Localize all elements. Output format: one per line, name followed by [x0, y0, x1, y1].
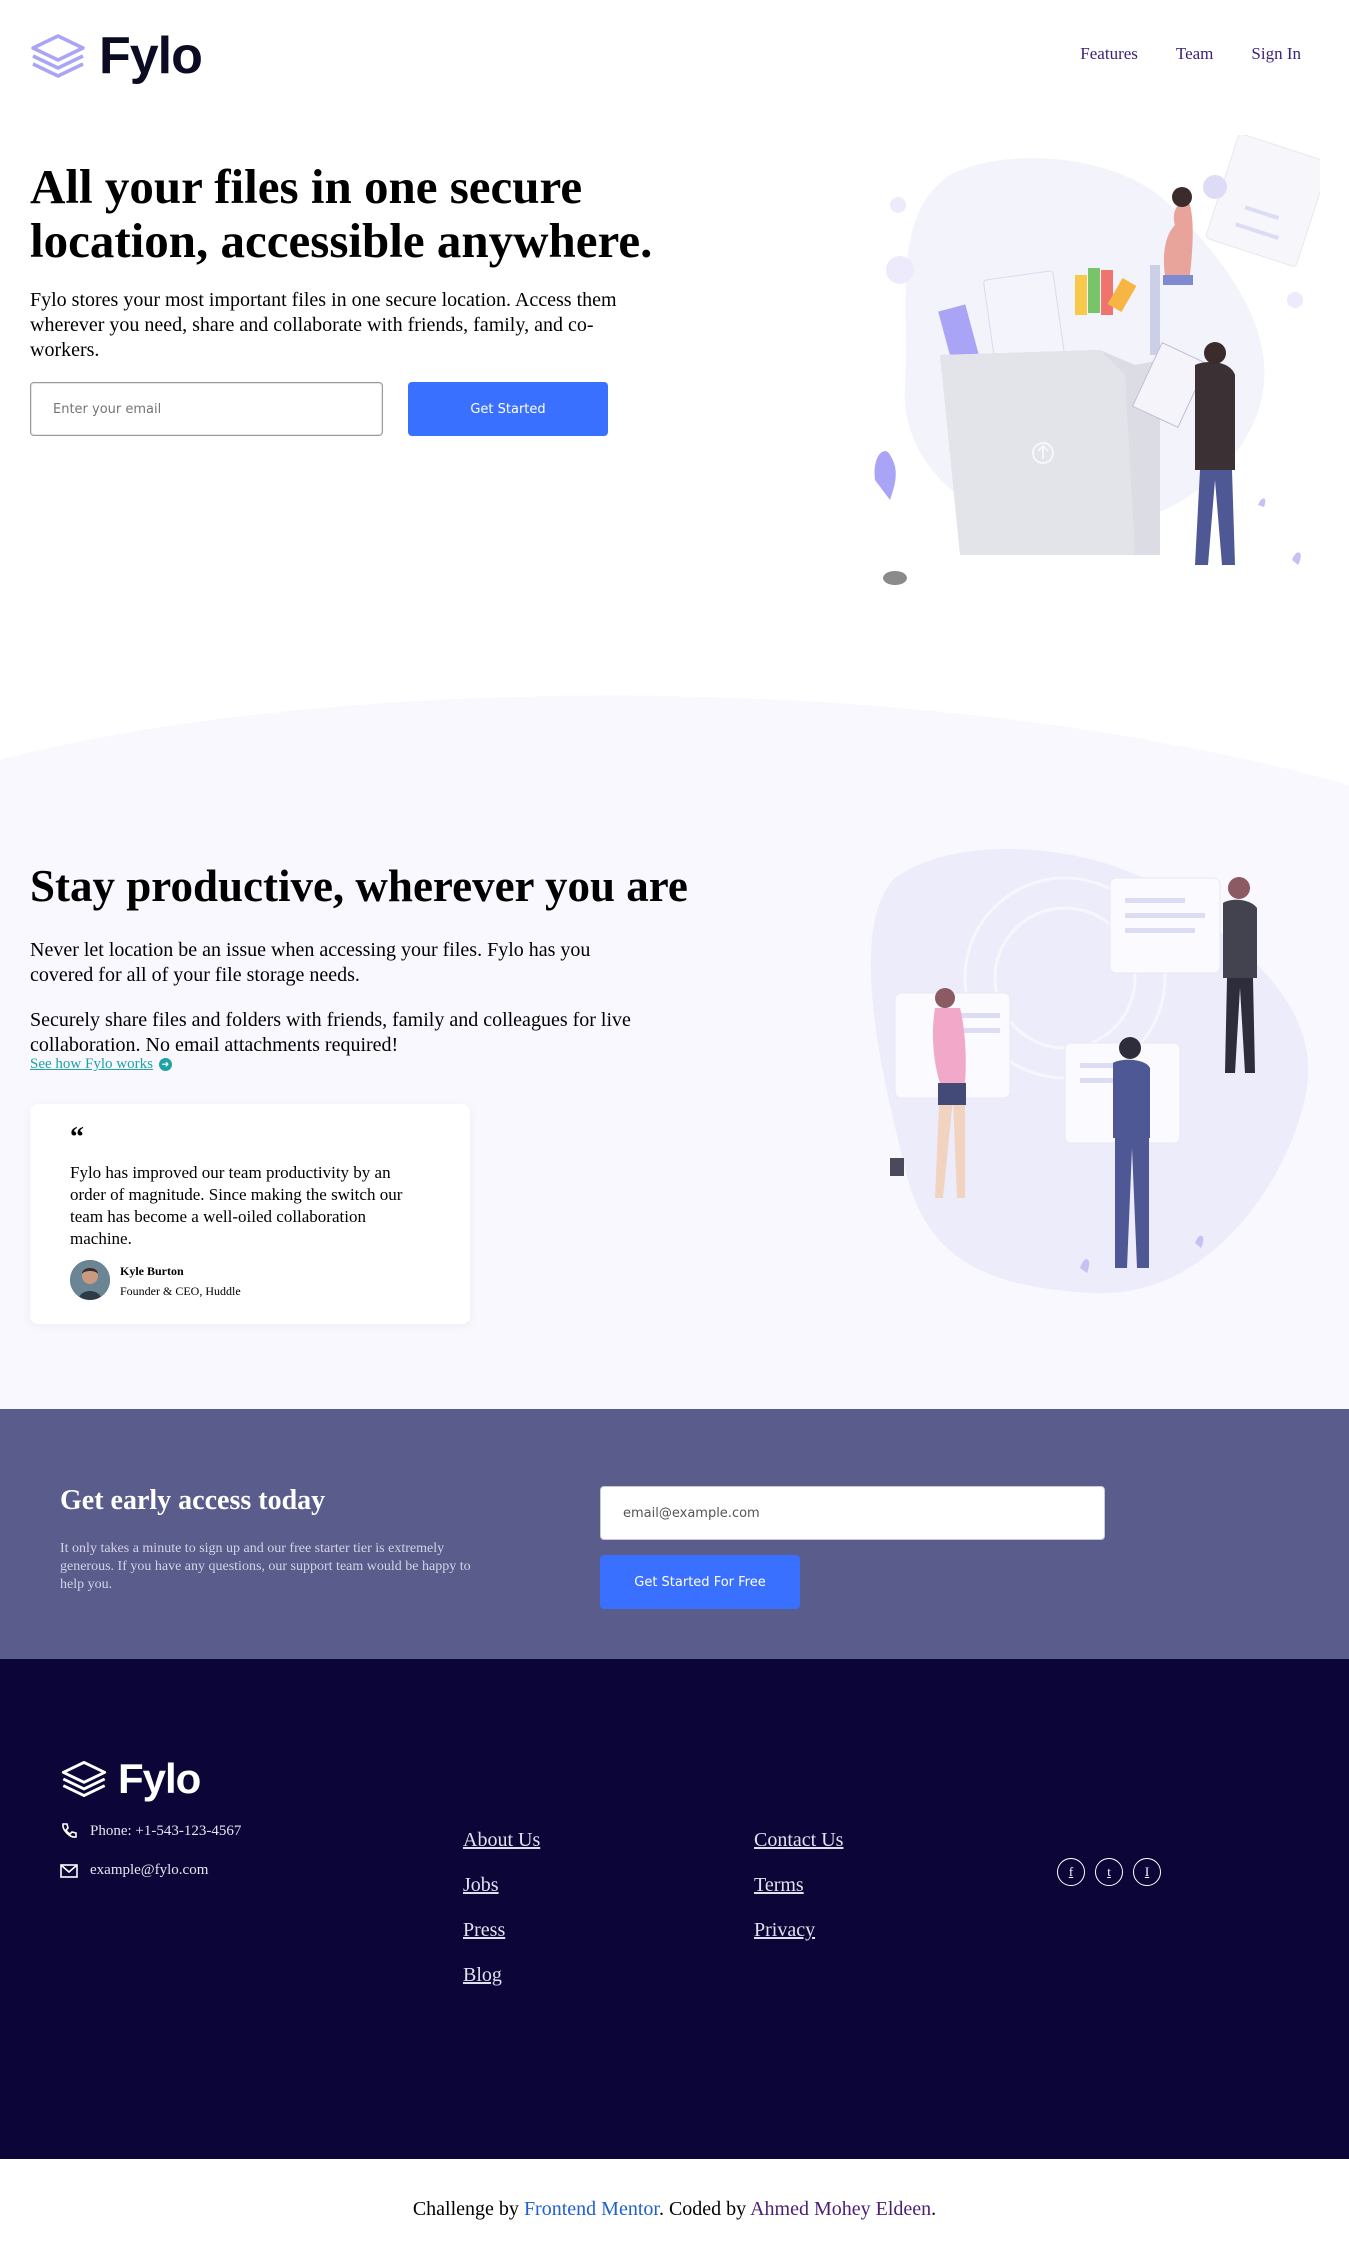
- hero-title: All your files in one secure location, a…: [30, 159, 653, 268]
- main-nav: Features Team Sign In: [1080, 44, 1301, 64]
- footer-link-press[interactable]: Press: [463, 1919, 505, 1942]
- testimonial-role: Founder & CEO, Huddle: [120, 1284, 241, 1298]
- footer-phone: Phone: +1-543-123-4567: [60, 1822, 241, 1840]
- footer-link-jobs[interactable]: Jobs: [463, 1874, 499, 1897]
- nav-team[interactable]: Team: [1176, 44, 1214, 64]
- productive-paragraph-2: Securely share files and folders with fr…: [30, 1009, 631, 1056]
- arrow-right-icon: ➜: [158, 1058, 172, 1071]
- logo-text: Fylo: [99, 27, 203, 85]
- early-access-email-input[interactable]: email@example.com: [600, 1486, 1105, 1540]
- frontend-mentor-link[interactable]: Frontend Mentor: [524, 2198, 659, 2220]
- productive-illustration: [870, 849, 1309, 1294]
- testimonial-card: “ Fylo has improved our team productivit…: [30, 1104, 470, 1324]
- nav-features[interactable]: Features: [1080, 44, 1138, 64]
- twitter-icon[interactable]: t: [1095, 1858, 1123, 1886]
- get-started-button[interactable]: Get Started: [408, 382, 608, 436]
- footer-logo-layers-icon: [61, 1761, 107, 1798]
- avatar: [70, 1260, 110, 1300]
- early-access-description: It only takes a minute to sign up and ou…: [60, 1541, 471, 1592]
- footer-email: example@fylo.com: [60, 1862, 208, 1879]
- footer: [0, 1659, 1349, 2159]
- coder-link[interactable]: Ahmed Mohey Eldeen: [750, 2198, 931, 2220]
- hero-illustration: [874, 135, 1320, 585]
- attribution-prefix: Challenge by: [412, 2198, 524, 2220]
- footer-phone-text: Phone: +1-543-123-4567: [90, 1822, 242, 1839]
- productive-title: Stay productive, wherever you are: [30, 861, 688, 911]
- see-how-link[interactable]: See how Fylo works ➜: [30, 1056, 172, 1073]
- see-how-link-label: See how Fylo works: [30, 1056, 153, 1072]
- nav-sign-in[interactable]: Sign In: [1251, 44, 1301, 64]
- quote-icon: “: [70, 1122, 84, 1153]
- hero-email-input[interactable]: [30, 382, 383, 436]
- attribution-middle: . Coded by: [658, 2198, 751, 2220]
- testimonial-author: Kyle Burton: [120, 1264, 184, 1278]
- footer-link-about[interactable]: About Us: [463, 1829, 540, 1852]
- logo-layers-icon: [31, 34, 85, 78]
- footer-link-blog[interactable]: Blog: [463, 1964, 502, 1987]
- logo[interactable]: Fylo: [29, 26, 203, 86]
- footer-link-terms[interactable]: Terms: [754, 1874, 804, 1897]
- early-access-title: Get early access today: [60, 1485, 326, 1516]
- footer-logo-text: Fylo: [118, 1755, 201, 1802]
- hero-description: Fylo stores your most important files in…: [30, 289, 617, 361]
- footer-logo[interactable]: Fylo: [60, 1755, 201, 1803]
- productive-paragraph-1: Never let location be an issue when acce…: [30, 939, 591, 986]
- instagram-icon[interactable]: I: [1133, 1858, 1161, 1886]
- facebook-icon[interactable]: f: [1057, 1858, 1085, 1886]
- testimonial-text: Fylo has improved our team productivity …: [70, 1163, 403, 1248]
- attribution: Challenge by Frontend Mentor. Coded by A…: [0, 2198, 1349, 2221]
- footer-link-contact[interactable]: Contact Us: [754, 1829, 843, 1852]
- mail-icon: [60, 1863, 78, 1878]
- footer-link-privacy[interactable]: Privacy: [754, 1919, 815, 1942]
- attribution-suffix: .: [931, 2198, 937, 2220]
- get-started-free-button[interactable]: Get Started For Free: [600, 1555, 800, 1609]
- footer-email-text: example@fylo.com: [90, 1862, 209, 1878]
- social-links: f t I: [1057, 1858, 1161, 1886]
- phone-icon: [62, 1823, 77, 1838]
